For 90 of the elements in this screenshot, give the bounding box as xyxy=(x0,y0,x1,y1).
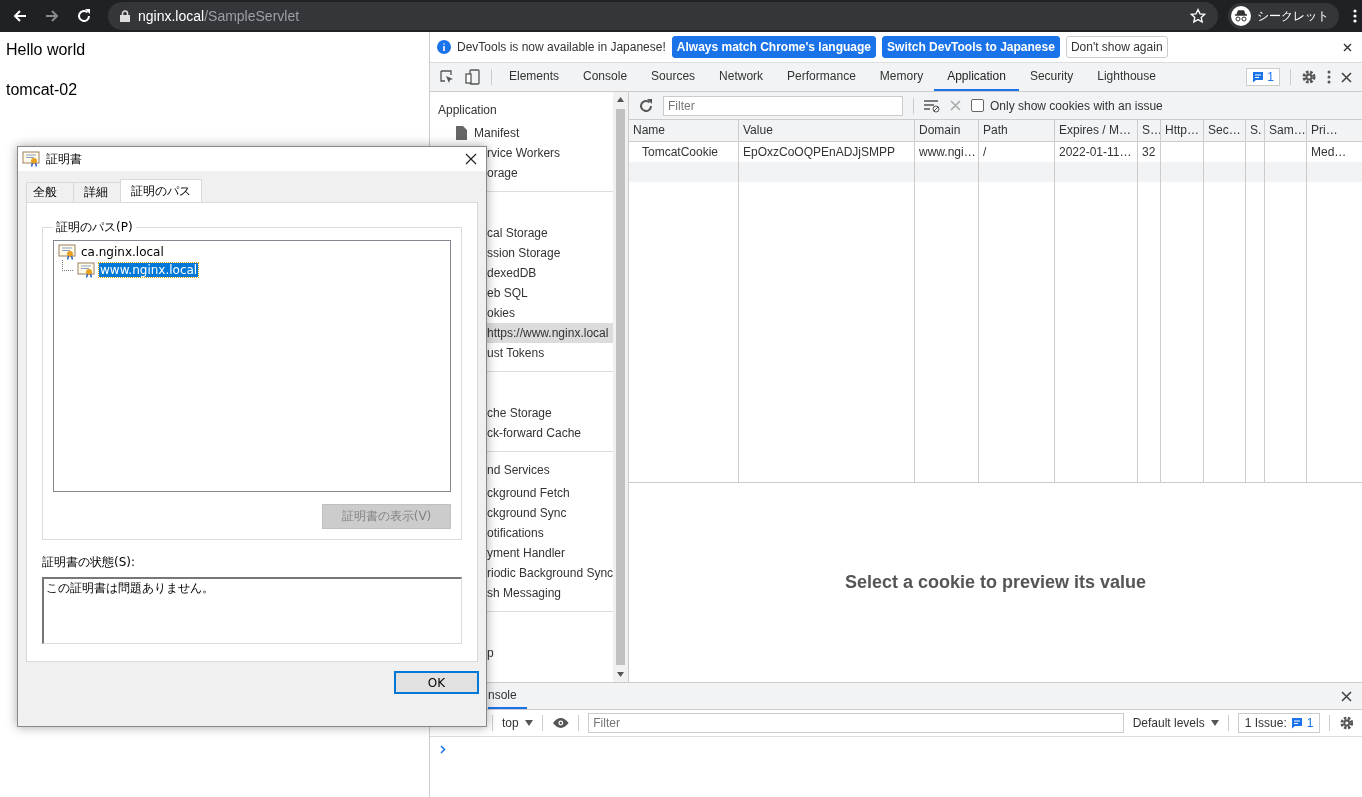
star-icon[interactable] xyxy=(1190,8,1206,24)
infobar-button[interactable]: Don't show again xyxy=(1065,36,1168,58)
ok-button[interactable]: OK xyxy=(394,671,479,694)
table-cell: TomcatCookie xyxy=(642,145,719,159)
panel-tab[interactable]: Console xyxy=(570,63,641,91)
section-header: nd Services xyxy=(486,462,551,479)
column-header[interactable]: S… xyxy=(1138,120,1161,141)
column-header[interactable]: S. xyxy=(1246,120,1265,141)
column-header[interactable]: Path xyxy=(979,120,1055,141)
table-cell: EpOxzCoOQPEnADJjSMPP xyxy=(743,145,896,159)
infobar-button[interactable]: Always match Chrome's language xyxy=(671,36,877,58)
panel-tab[interactable]: Lighthouse xyxy=(1084,63,1169,91)
certificate-icon xyxy=(77,262,95,278)
dialog-title: 証明書 xyxy=(46,150,82,168)
address-host: nginx.local xyxy=(138,8,205,24)
caret-icon xyxy=(524,720,533,726)
column-header[interactable]: Domain xyxy=(915,120,979,141)
inspect-icon[interactable] xyxy=(439,69,455,85)
group-label: 証明のパス(P) xyxy=(55,219,134,236)
message-icon xyxy=(1252,71,1265,83)
panel-tab[interactable]: Performance xyxy=(774,63,869,91)
close-icon[interactable] xyxy=(1343,42,1352,52)
section-header: Application xyxy=(437,102,498,119)
table-cell: 32 xyxy=(1142,145,1156,159)
column-header[interactable]: Sam… xyxy=(1265,120,1307,141)
certificate-icon xyxy=(58,244,76,260)
table-cell: 2022-01-11… xyxy=(1059,145,1132,159)
certificate-icon xyxy=(22,151,40,167)
issues-button[interactable]: 1 Issue: 1 xyxy=(1237,713,1321,733)
close-icon[interactable] xyxy=(1341,690,1352,702)
scroll-up-icon[interactable] xyxy=(617,97,625,102)
column-header[interactable]: Pri… xyxy=(1307,120,1361,141)
table-cell: Med… xyxy=(1311,145,1347,159)
menu-icon[interactable] xyxy=(1353,8,1357,24)
dialog-tab[interactable]: 証明のパス xyxy=(120,179,202,202)
incognito-icon xyxy=(1231,6,1251,26)
panel-tab[interactable]: Security xyxy=(1016,63,1087,91)
clear-filter-icon[interactable] xyxy=(924,98,940,113)
reload-icon[interactable] xyxy=(76,8,92,24)
refresh-icon[interactable] xyxy=(639,98,653,113)
page-text: Hello world xyxy=(6,40,87,60)
page-text: tomcat-02 xyxy=(6,80,79,100)
column-header[interactable]: Http… xyxy=(1161,120,1204,141)
address-path: /SampleServlet xyxy=(204,8,300,24)
address-bar[interactable]: nginx.local/SampleServlet xyxy=(108,2,1218,30)
file-icon xyxy=(456,126,467,140)
caret-icon xyxy=(1210,720,1219,726)
infobar-button[interactable]: Switch DevTools to Japanese xyxy=(882,36,1060,58)
levels-dropdown[interactable]: Default levels xyxy=(1132,716,1219,730)
sidebar-item[interactable]: Manifest xyxy=(430,123,614,143)
panel-tab[interactable]: Sources xyxy=(638,63,709,91)
column-header[interactable]: Expires / M… xyxy=(1055,120,1138,141)
info-message: DevTools is now available in Japanese! xyxy=(457,40,666,54)
certificate-tree[interactable]: ca.nginx.local www.nginx.local xyxy=(53,240,451,492)
issues-button[interactable]: 1 xyxy=(1246,68,1280,86)
eye-icon[interactable] xyxy=(551,717,570,729)
panel-tab[interactable]: Memory xyxy=(866,63,937,91)
more-icon[interactable] xyxy=(1327,70,1331,84)
checkbox[interactable] xyxy=(971,99,984,112)
incognito-badge[interactable]: シークレット xyxy=(1228,3,1339,29)
preview-message: Select a cookie to preview its value xyxy=(844,572,1147,593)
scroll-down-icon[interactable] xyxy=(617,672,625,677)
status-text: この証明書は問題ありません。 xyxy=(46,581,214,595)
message-icon xyxy=(1290,717,1303,729)
table-cell: www.ngi… xyxy=(919,145,976,159)
close-icon[interactable] xyxy=(1341,71,1352,83)
prompt-icon[interactable] xyxy=(440,745,446,754)
forward-icon[interactable] xyxy=(44,8,60,24)
column-header[interactable]: Value xyxy=(739,120,915,141)
tree-item[interactable]: ca.nginx.local xyxy=(80,245,165,259)
status-label: 証明書の状態(S): xyxy=(42,554,137,571)
dialog-tab[interactable]: 全般 xyxy=(26,182,74,202)
tree-item[interactable]: www.nginx.local xyxy=(99,263,199,277)
panel-tab[interactable]: Elements xyxy=(496,63,573,91)
panel-tab[interactable]: Network xyxy=(706,63,777,91)
close-icon[interactable] xyxy=(465,153,477,165)
back-icon[interactable] xyxy=(12,8,28,24)
context-dropdown[interactable]: top xyxy=(502,716,533,730)
filter-field[interactable]: Filter xyxy=(663,95,903,116)
info-icon xyxy=(437,40,451,54)
table-cell: / xyxy=(983,145,987,159)
console-filter-field[interactable]: Filter xyxy=(588,713,1124,733)
settings-icon[interactable] xyxy=(1339,715,1356,731)
device-icon[interactable] xyxy=(465,69,481,85)
scrollbar[interactable] xyxy=(613,92,628,682)
settings-icon[interactable] xyxy=(1301,69,1317,85)
column-header[interactable]: Sec… xyxy=(1204,120,1246,141)
lock-icon xyxy=(120,10,130,22)
column-header[interactable]: Name xyxy=(629,120,739,141)
checkbox-label: Only show cookies with an issue xyxy=(990,98,1163,113)
